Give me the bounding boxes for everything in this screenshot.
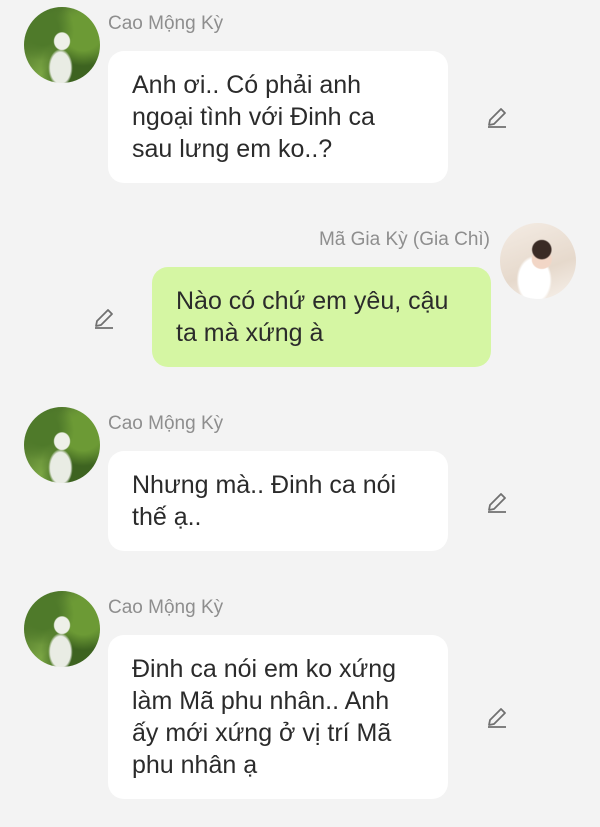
message-text: Đinh ca nói em ko xứng làm Mã phu nhân..… [132,655,397,779]
edit-icon[interactable] [484,704,510,730]
message-bubble[interactable]: Nhưng mà.. Đinh ca nói thế ạ.. [108,451,448,551]
sender-avatar[interactable] [500,223,576,299]
edit-icon[interactable] [484,104,510,130]
message-text: Nhưng mà.. Đinh ca nói thế ạ.. [132,471,397,531]
sender-avatar[interactable] [24,7,100,83]
message-text: Nào có chứ em yêu, cậu ta mà xứng à [176,287,449,347]
message-text: Anh ơi.. Có phải anh ngoại tình với Đinh… [132,71,375,163]
edit-icon[interactable] [91,305,117,331]
edit-icon[interactable] [484,489,510,515]
sender-name: Cao Mộng Kỳ [108,597,224,618]
sender-name: Cao Mộng Kỳ [108,13,224,34]
message-bubble[interactable]: Nào có chứ em yêu, cậu ta mà xứng à [152,267,491,367]
sender-name: Cao Mộng Kỳ [108,413,224,434]
sender-avatar[interactable] [24,591,100,667]
sender-name: Mã Gia Kỳ (Gia Chì) [318,229,490,250]
sender-avatar[interactable] [24,407,100,483]
message-bubble[interactable]: Đinh ca nói em ko xứng làm Mã phu nhân..… [108,635,448,799]
message-bubble[interactable]: Anh ơi.. Có phải anh ngoại tình với Đinh… [108,51,448,183]
